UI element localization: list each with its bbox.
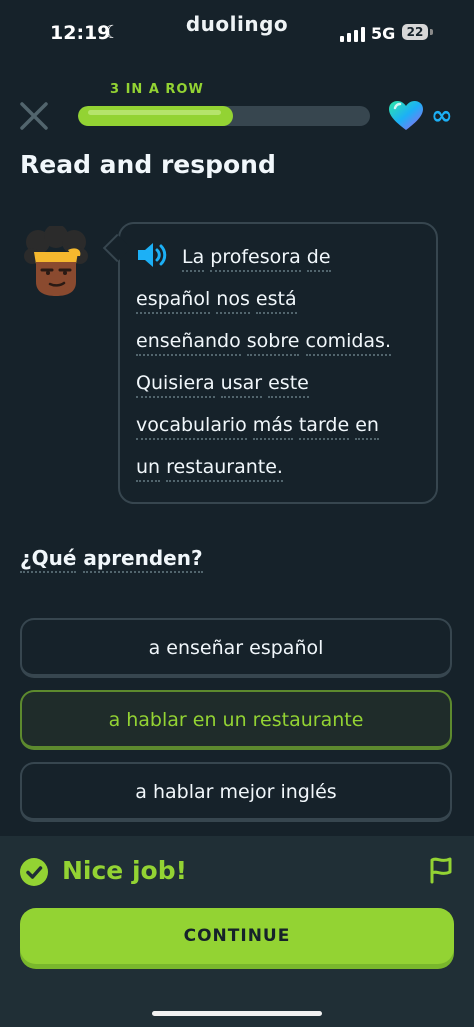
passage-word[interactable]: en	[355, 414, 379, 440]
passage-word[interactable]: español	[136, 288, 211, 314]
passage-line: Quisiera usar este	[136, 362, 436, 404]
passage-word[interactable]: este	[268, 372, 309, 398]
home-indicator[interactable]	[152, 1011, 322, 1016]
signal-icon	[340, 24, 365, 42]
battery-icon: 22	[402, 24, 428, 40]
passage-word[interactable]: un	[136, 456, 161, 482]
passage-word[interactable]: sobre	[246, 330, 300, 356]
feedback-message: Nice job!	[62, 856, 188, 885]
heart-icon[interactable]	[388, 100, 424, 132]
close-icon[interactable]	[18, 100, 50, 132]
answer-option-1[interactable]: a enseñar español	[20, 618, 452, 678]
character-avatar	[24, 226, 88, 296]
passage-word[interactable]: enseñando	[136, 330, 241, 356]
passage-word[interactable]: de	[306, 246, 331, 272]
passage-text: La profesora de español nos está enseñan…	[136, 236, 436, 488]
battery-tip	[430, 29, 433, 35]
question-word[interactable]: ¿Qué	[20, 546, 77, 573]
passage-word[interactable]: tarde	[298, 414, 350, 440]
passage-line: vocabulario más tarde en	[136, 404, 436, 446]
passage-line: español nos está	[136, 278, 436, 320]
passage-line: La profesora de	[136, 236, 436, 278]
infinity-icon: ∞	[431, 101, 453, 131]
passage-word[interactable]: más	[252, 414, 293, 440]
question-text: ¿Qué aprenden?	[20, 546, 203, 573]
flag-icon[interactable]	[428, 856, 454, 884]
check-icon	[20, 858, 48, 886]
progress-shine	[88, 110, 221, 115]
passage-word[interactable]: La	[182, 246, 205, 272]
passage-line: enseñando sobre comidas.	[136, 320, 436, 362]
passage-word[interactable]: nos	[216, 288, 250, 314]
passage-line: un restaurante.	[136, 446, 436, 488]
passage-word[interactable]: profesora	[210, 246, 301, 272]
passage-word[interactable]: restaurante.	[166, 456, 283, 482]
streak-label: 3 IN A ROW	[110, 82, 204, 97]
answer-option-2-selected[interactable]: a hablar en un restaurante	[20, 690, 452, 750]
passage-word[interactable]: está	[255, 288, 297, 314]
passage-word[interactable]: comidas.	[305, 330, 391, 356]
passage-word[interactable]: usar	[220, 372, 263, 398]
answer-option-3[interactable]: a hablar mejor inglés	[20, 762, 452, 822]
passage-word[interactable]: vocabulario	[136, 414, 247, 440]
network-type: 5G	[371, 24, 396, 43]
battery-level: 22	[406, 25, 424, 39]
question-word[interactable]: aprenden?	[83, 546, 203, 573]
page-title: Read and respond	[20, 150, 276, 179]
continue-button[interactable]: CONTINUE	[20, 908, 454, 964]
progress-fill	[78, 106, 233, 126]
passage-word[interactable]: Quisiera	[136, 372, 215, 398]
status-bar: 12:19 ☾ duolingo 5G 22	[0, 0, 474, 70]
lesson-progress-bar	[78, 106, 370, 126]
